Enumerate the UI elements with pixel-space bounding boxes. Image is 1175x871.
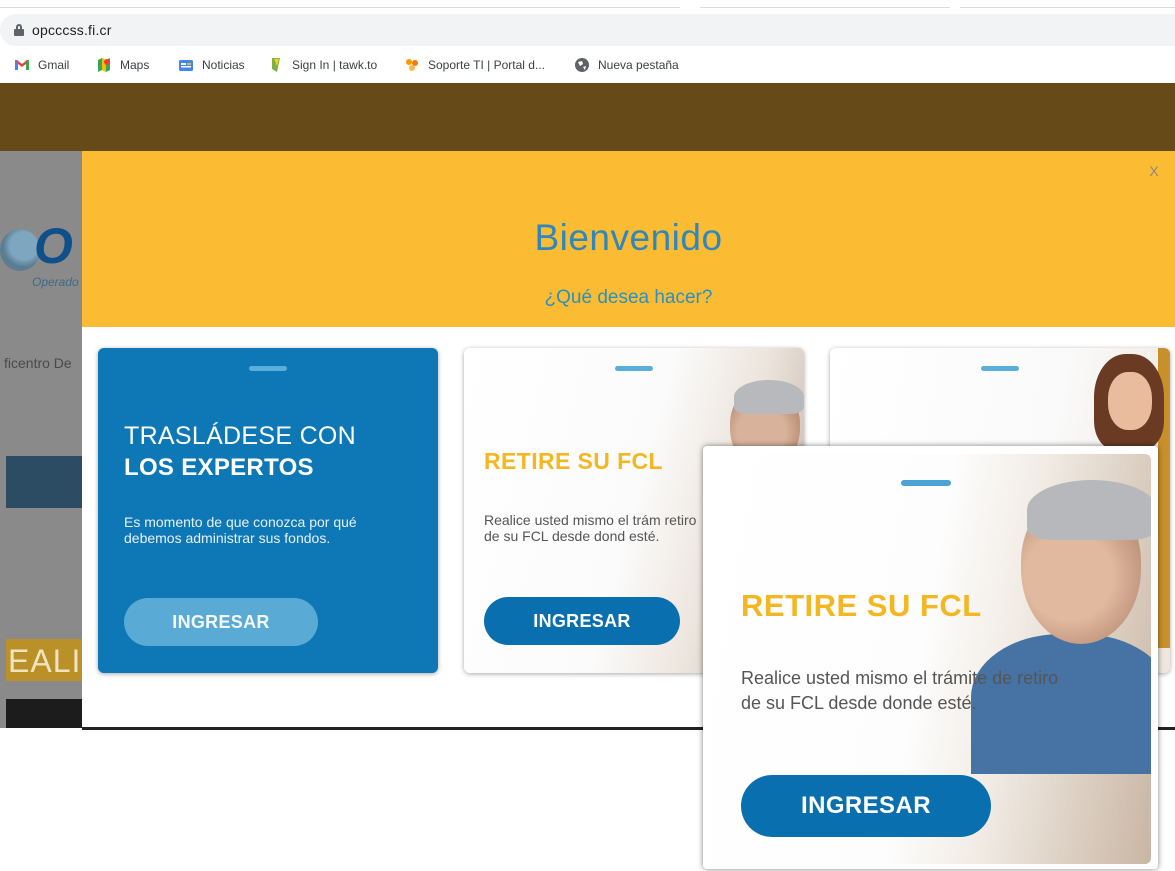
bookmark-label: Gmail (38, 58, 70, 72)
ingresar-retiro-button[interactable]: INGRESAR (484, 597, 680, 645)
gmail-icon (14, 57, 30, 73)
globe-icon (574, 57, 590, 73)
tab-strip-line (700, 7, 950, 8)
card-retiro-fcl-zoomed: RETIRE SU FCL Realice usted mismo el trá… (711, 454, 1151, 864)
card-dash (901, 480, 951, 486)
bookmark-noticias[interactable]: Noticias (178, 57, 245, 73)
tab-strip-line (960, 7, 1175, 8)
address-bar[interactable]: opcccss.fi.cr (0, 14, 1175, 46)
site-banner-text: EALI (8, 643, 82, 679)
card-dash (615, 366, 653, 371)
lock-icon[interactable] (14, 24, 24, 36)
ingresar-retiro-button[interactable]: INGRESAR (741, 775, 991, 837)
modal-header: X Bienvenido ¿Qué desea hacer? (82, 151, 1175, 327)
bookmark-label: Soporte TI | Portal d... (428, 58, 545, 72)
bookmark-label: Nueva pestaña (598, 58, 679, 72)
url-text[interactable]: opcccss.fi.cr (32, 22, 112, 38)
bookmark-label: Sign In | tawk.to (292, 58, 378, 72)
site-header (0, 83, 1175, 151)
zoom-inset: RETIRE SU FCL Realice usted mismo el trá… (703, 446, 1158, 869)
modal-subtitle: ¿Qué desea hacer? (544, 287, 713, 308)
site-text-fragment: ficentro De (4, 355, 72, 371)
news-icon (178, 57, 194, 73)
bookmarks-bar: Gmail Maps Noticias Sign In | tawk.to So… (0, 50, 1175, 80)
tab-strip-line (0, 7, 680, 8)
bookmark-gmail[interactable]: Gmail (14, 57, 69, 73)
bookmark-label: Maps (120, 58, 150, 72)
support-portal-icon (404, 57, 420, 73)
bookmark-nueva-pestana[interactable]: Nueva pestaña (574, 57, 679, 73)
card-title-line1: TRASLÁDESE CON (124, 422, 357, 450)
bookmark-soporte[interactable]: Soporte TI | Portal d... (404, 57, 545, 73)
site-banner: EALI (6, 639, 82, 681)
card-dash (249, 366, 287, 371)
card-title: RETIRE SU FCL (484, 448, 663, 474)
card-dash (981, 366, 1019, 371)
card-title-line2: LOS EXPERTOS (124, 454, 314, 481)
card-traslado: TRASLÁDESE CON LOS EXPERTOS Es momento d… (98, 348, 438, 673)
card-body: Realice usted mismo el trám retiro de su… (484, 512, 697, 544)
card-photo-woman (1094, 354, 1164, 454)
maps-icon (96, 57, 112, 73)
ingresar-traslado-button[interactable]: INGRESAR (124, 598, 318, 646)
site-nav-band (6, 456, 82, 508)
tawkto-icon (268, 57, 284, 73)
modal-title: Bienvenido (534, 217, 723, 258)
site-logo-text: O (34, 218, 73, 274)
close-button[interactable]: X (1145, 163, 1163, 181)
card-body: Es momento de que conozca por qué debemo… (124, 514, 357, 546)
card-body: Realice usted mismo el trámite de retiro… (741, 668, 1059, 713)
bookmark-label: Noticias (202, 58, 245, 72)
bookmark-maps[interactable]: Maps (96, 57, 149, 73)
site-background: O Operado ficentro De EALI (0, 151, 82, 728)
bookmark-tawkto[interactable]: Sign In | tawk.to (268, 57, 377, 73)
card-title: RETIRE SU FCL (741, 588, 982, 623)
site-dark-strip (6, 699, 82, 728)
browser-top-strip (0, 0, 1175, 8)
site-logo-subtitle: Operado (32, 275, 79, 289)
